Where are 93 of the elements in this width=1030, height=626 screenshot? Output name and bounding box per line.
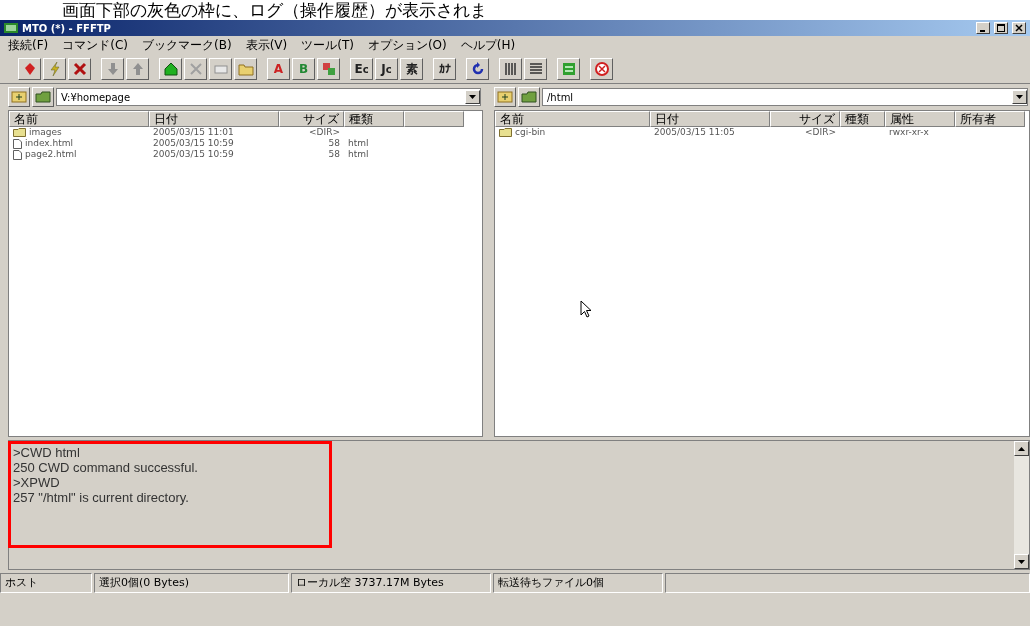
folder-icon [521,91,537,103]
status-text: ローカル空 3737.17M Bytes [291,573,491,593]
column-header[interactable]: 種類 [344,111,404,127]
toolbar-button[interactable] [234,58,257,80]
table-cell: <DIR> [309,127,340,138]
table-cell: <DIR> [805,127,836,138]
column-header[interactable]: 日付 [149,111,279,127]
column-header[interactable]: 名前 [9,111,149,127]
toolbar-button[interactable] [590,58,613,80]
scroll-down-button[interactable] [1014,554,1029,569]
dropdown-button[interactable] [1012,90,1027,104]
table-cell: 2005/03/15 11:05 [654,127,735,138]
toolbar-button[interactable] [184,58,207,80]
list-view-icon [502,61,519,77]
app-icon [4,23,18,33]
close-button[interactable] [1012,22,1026,34]
caret-icon [1018,446,1025,451]
caret-icon [1018,559,1025,564]
mouse-pointer-icon [580,300,592,318]
toolbar-button[interactable] [524,58,547,80]
status-text: 転送待ちファイル0個 [493,573,663,593]
toolbar-button[interactable] [557,58,580,80]
table-cell: rwxr-xr-x [889,127,929,138]
table-cell: html [348,149,369,160]
cross-icon [71,61,88,77]
maximize-button[interactable] [994,22,1008,34]
toolbar-button[interactable] [466,58,489,80]
toolbar-button[interactable]: 素 [400,58,423,80]
menu-item[interactable]: ツール(T) [301,37,354,54]
column-header[interactable]: 日付 [650,111,770,127]
folder-up-button[interactable] [8,87,30,107]
open-folder-button[interactable] [518,87,540,107]
toolbar-button[interactable] [18,58,41,80]
folder-icon [35,91,51,103]
toolbar-button[interactable] [68,58,91,80]
column-header[interactable]: 所有者 [955,111,1025,127]
toolbar-button[interactable] [43,58,66,80]
open-folder-button[interactable] [32,87,54,107]
scroll-up-button[interactable] [1014,441,1029,456]
toolbar-button[interactable] [101,58,124,80]
path-field[interactable]: /html [542,88,1028,106]
scrollbar[interactable] [1014,441,1029,569]
log-line: >CWD html [13,445,81,460]
toolbar-button[interactable] [499,58,522,80]
window-title: MTO (*) - FFFTP [22,22,111,34]
column-header[interactable]: 属性 [885,111,955,127]
file-name[interactable]: images [29,127,62,138]
table-cell: 2005/03/15 10:59 [153,138,234,149]
toolbar-button[interactable]: ｶﾅ [433,58,456,80]
menu-item[interactable]: 接続(F) [8,37,49,54]
file-name[interactable]: page2.html [25,149,77,160]
file-name[interactable]: cgi-bin [515,127,546,138]
menu-item[interactable]: コマンド(C) [62,37,128,54]
minimize-button[interactable] [976,22,990,34]
close-icon [1015,24,1023,32]
log-line: 257 "/html" is current directory. [13,490,190,505]
file-icon [13,149,22,160]
detail-view-icon [527,61,544,77]
table-cell: html [348,138,369,149]
caret-icon [1016,95,1023,99]
log-line: 250 CWD command successful. [13,460,199,475]
menu-item[interactable]: オプション(O) [367,37,447,54]
menu-item[interactable]: ヘルプ(H) [460,37,516,54]
table-cell: 2005/03/15 10:59 [153,149,234,160]
column-header[interactable]: 種類 [840,111,885,127]
folder-icon [237,61,254,77]
table-cell: 2005/03/15 11:01 [153,127,234,138]
path-field[interactable]: V:¥homepage [56,88,481,106]
column-header[interactable]: サイズ [279,111,344,127]
file-name[interactable]: index.html [25,138,73,149]
caption-text: 画面下部の灰色の枠に、ログ（操作履歴）が表示されま [0,0,1030,20]
toolbar-button[interactable]: A [267,58,290,80]
status-text: 選択0個(0 Bytes) [94,573,289,593]
house-icon [162,61,179,77]
toolbar-button[interactable] [159,58,182,80]
menu-item[interactable]: ブックマーク(B) [142,37,232,54]
menu-item[interactable]: 表示(V) [245,37,288,54]
toolbar-button[interactable] [126,58,149,80]
column-header[interactable]: 名前 [495,111,650,127]
stop-icon [593,61,610,77]
dropdown-button[interactable] [465,90,480,104]
table-cell: 58 [328,138,340,149]
column-header[interactable]: サイズ [770,111,840,127]
toolbar-button[interactable] [317,58,340,80]
delete-icon [187,61,204,77]
maximize-icon [997,24,1005,32]
table-cell: 58 [328,149,340,160]
file-icon [13,138,22,149]
toolbar-button[interactable] [209,58,232,80]
caret-icon [469,95,476,99]
log-line: >XPWD [13,475,61,490]
status-text: ホスト [0,573,92,593]
folder-up-button[interactable] [494,87,516,107]
